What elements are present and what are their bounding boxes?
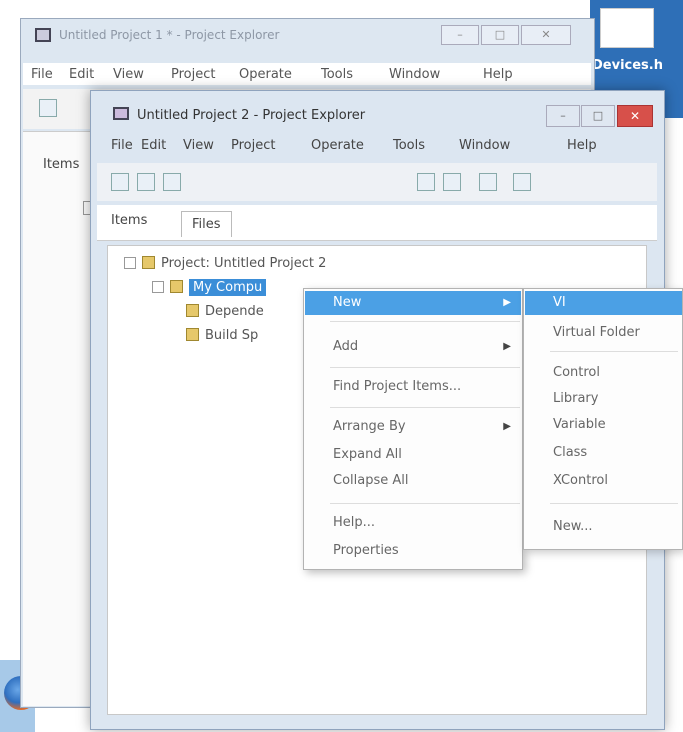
menu-view[interactable]: View <box>183 138 214 153</box>
menu-item-properties[interactable]: Properties <box>305 539 521 563</box>
filter-icon[interactable] <box>513 173 531 191</box>
submenu-item-new[interactable]: New... <box>525 515 682 539</box>
desktop-icon-label[interactable]: Devices.h <box>592 58 663 73</box>
new-file-icon[interactable] <box>111 173 129 191</box>
submenu-arrow-icon: ▶ <box>503 421 511 432</box>
separator <box>330 367 520 368</box>
menu-item-add[interactable]: Add ▶ <box>305 335 521 359</box>
open-folder-icon[interactable] <box>137 173 155 191</box>
close-button[interactable]: ✕ <box>617 105 653 127</box>
menu-edit[interactable]: Edit <box>141 138 166 153</box>
collapse-icon[interactable] <box>152 281 164 293</box>
maximize-button[interactable]: □ <box>581 105 615 127</box>
project-icon <box>35 28 51 42</box>
dependencies-icon <box>186 304 199 317</box>
menu-operate[interactable]: Operate <box>239 67 292 82</box>
title-bar[interactable]: Untitled Project 2 - Project Explorer – … <box>91 91 664 131</box>
menu-file[interactable]: File <box>31 67 53 82</box>
view-icon[interactable] <box>479 173 497 191</box>
collapse-icon[interactable] <box>124 257 136 269</box>
tab-strip: Items Files <box>97 205 657 241</box>
tree-row-project[interactable]: Project: Untitled Project 2 <box>124 256 326 271</box>
separator <box>550 351 678 352</box>
submenu-item-xcontrol[interactable]: XControl <box>525 469 682 493</box>
separator <box>550 503 678 504</box>
menu-help[interactable]: Help <box>567 138 597 153</box>
menu-operate[interactable]: Operate <box>311 138 364 153</box>
submenu-arrow-icon: ▶ <box>503 297 511 308</box>
submenu-item-class[interactable]: Class <box>525 441 682 465</box>
menu-window[interactable]: Window <box>389 67 440 82</box>
menu-help[interactable]: Help <box>483 67 513 82</box>
window-title: Untitled Project 1 * - Project Explorer <box>59 28 280 42</box>
submenu-item-control[interactable]: Control <box>525 361 682 385</box>
menu-item-help[interactable]: Help... <box>305 511 521 535</box>
tree-label: My Compu <box>189 279 267 296</box>
context-menu: New ▶ Add ▶ Find Project Items... Arrange … <box>303 288 523 570</box>
menu-tools[interactable]: Tools <box>393 138 425 153</box>
menu-bar: File Edit View Project Operate Tools Win… <box>23 63 591 85</box>
menu-item-expand-all[interactable]: Expand All <box>305 443 521 467</box>
menu-project[interactable]: Project <box>171 67 215 82</box>
tree-row-build[interactable]: Build Sp <box>186 328 258 343</box>
tab-items[interactable]: Items <box>111 213 147 228</box>
menu-window[interactable]: Window <box>459 138 510 153</box>
submenu-item-variable[interactable]: Variable <box>525 413 682 437</box>
menu-item-collapse-all[interactable]: Collapse All <box>305 469 521 493</box>
tree-label: Project: Untitled Project 2 <box>161 256 327 271</box>
tree-row-dependencies[interactable]: Depende <box>186 304 264 319</box>
tree-label: Build Sp <box>205 328 259 343</box>
submenu-item-virtual-folder[interactable]: Virtual Folder <box>525 321 682 345</box>
build-specs-icon <box>186 328 199 341</box>
deploy-icon[interactable] <box>417 173 435 191</box>
tree-row-computer[interactable]: My Compu <box>152 279 267 296</box>
menu-item-find[interactable]: Find Project Items... <box>305 375 521 399</box>
minimize-button[interactable]: – <box>441 25 479 45</box>
project-icon <box>113 107 129 120</box>
submenu-arrow-icon: ▶ <box>503 341 511 352</box>
project-icon <box>142 256 155 269</box>
tab-items[interactable]: Items <box>43 157 79 172</box>
menu-tools[interactable]: Tools <box>321 67 353 82</box>
submenu-item-vi[interactable]: VI <box>525 291 682 315</box>
minimize-button[interactable]: – <box>546 105 580 127</box>
new-submenu: VI Virtual Folder Control Library Variab… <box>523 288 683 550</box>
menu-file[interactable]: File <box>111 138 133 153</box>
menu-item-arrange[interactable]: Arrange By ▶ <box>305 415 521 439</box>
menu-bar: File Edit View Project Operate Tools Win… <box>97 135 657 157</box>
menu-edit[interactable]: Edit <box>69 67 94 82</box>
menu-project[interactable]: Project <box>231 138 275 153</box>
tab-files[interactable]: Files <box>181 211 232 237</box>
separator <box>330 321 520 322</box>
separator <box>330 503 520 504</box>
toolbar <box>97 163 657 201</box>
menu-view[interactable]: View <box>113 67 144 82</box>
save-all-icon[interactable] <box>163 173 181 191</box>
title-bar[interactable]: Untitled Project 1 * - Project Explorer … <box>21 19 594 49</box>
file-icon[interactable] <box>600 8 654 48</box>
computer-icon <box>170 280 183 293</box>
close-button[interactable]: ✕ <box>521 25 571 45</box>
separator <box>330 407 520 408</box>
maximize-button[interactable]: □ <box>481 25 519 45</box>
tree-label: Depende <box>205 304 264 319</box>
submenu-item-library[interactable]: Library <box>525 387 682 411</box>
menu-item-new[interactable]: New ▶ <box>305 291 521 315</box>
new-icon[interactable] <box>39 99 57 117</box>
build-icon[interactable] <box>443 173 461 191</box>
window-title: Untitled Project 2 - Project Explorer <box>137 108 366 123</box>
